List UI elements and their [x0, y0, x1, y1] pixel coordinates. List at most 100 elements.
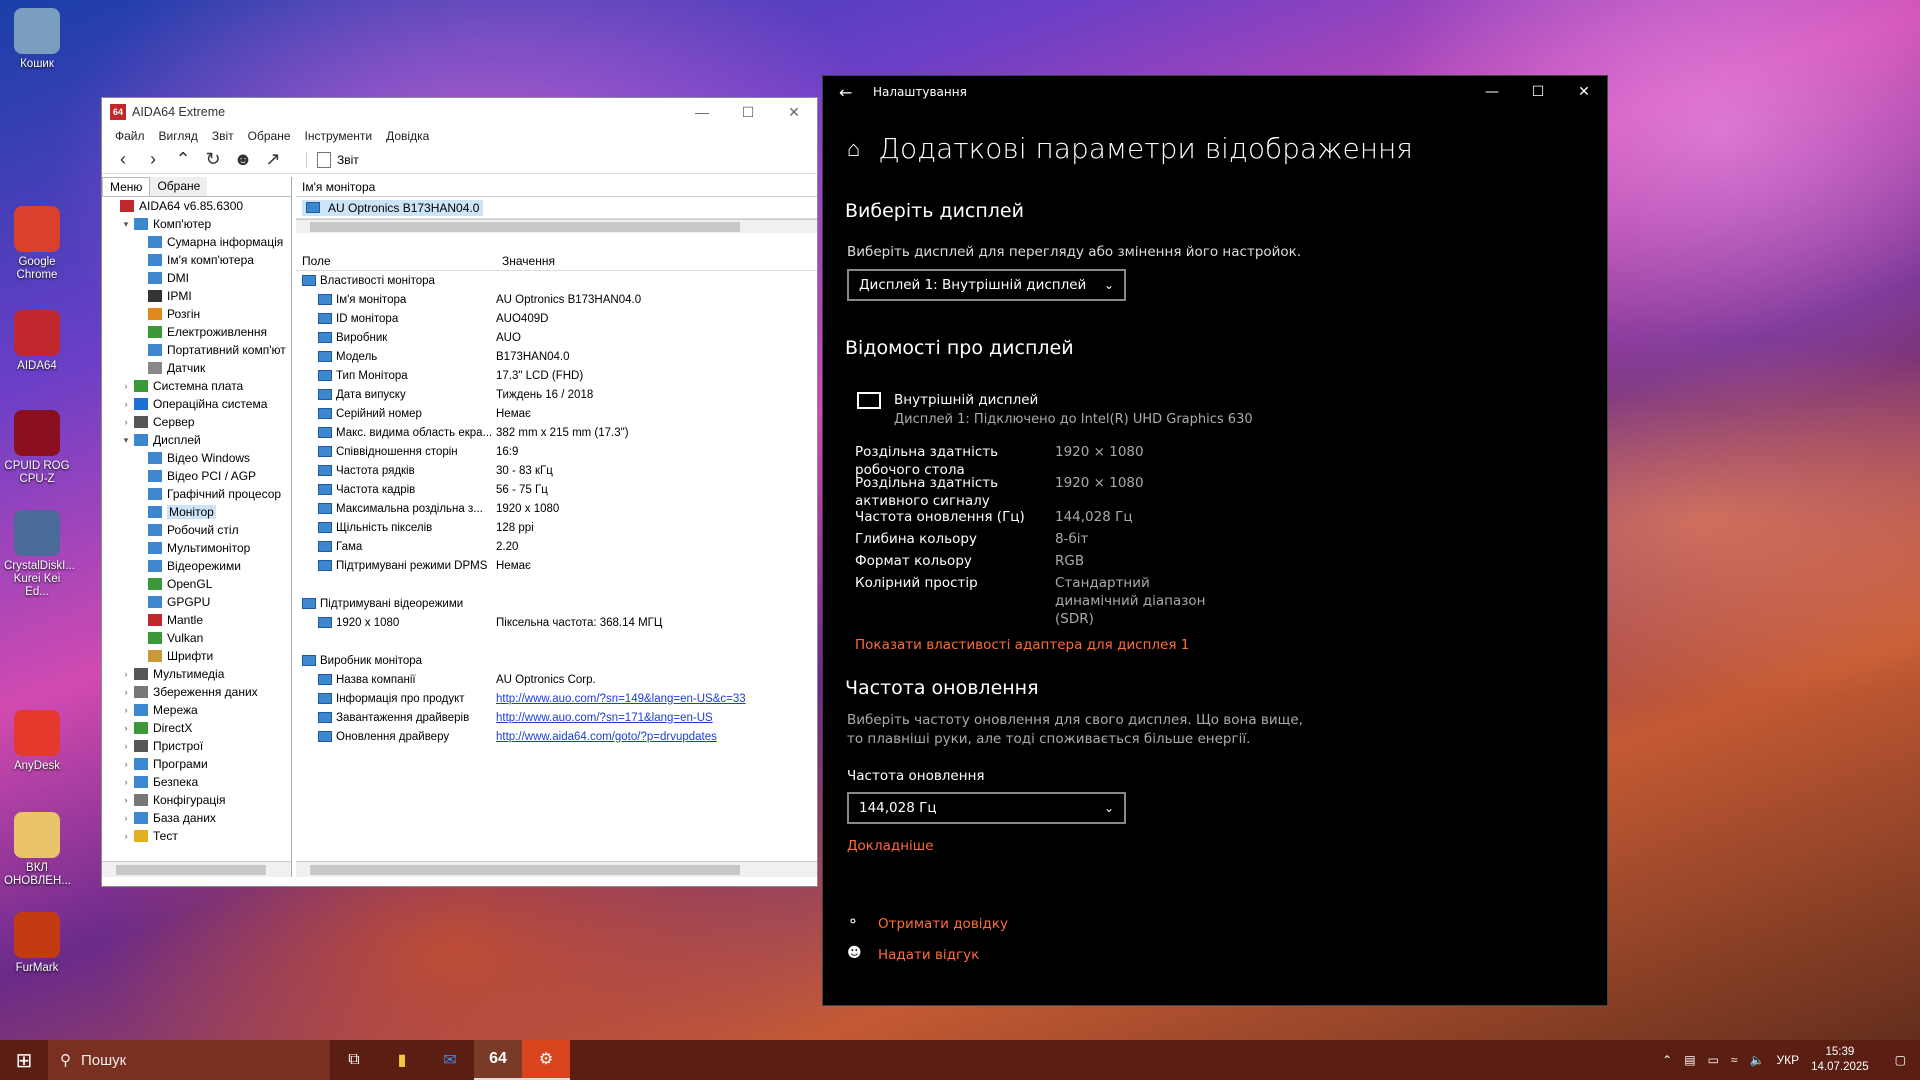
tree-item[interactable]: › Конфігурація — [102, 791, 291, 809]
expand-icon[interactable]: › — [120, 831, 132, 841]
tree-item[interactable]: Графічний процесор — [102, 485, 291, 503]
details-row[interactable]: ID монітора AUO409D — [296, 309, 817, 328]
tree-item[interactable]: ▾ Дисплей — [102, 431, 291, 449]
windows-start-icon[interactable]: ⊞ — [0, 1048, 48, 1073]
tree-item[interactable]: › Безпека — [102, 773, 291, 791]
expand-icon[interactable]: › — [120, 813, 132, 823]
task-view-icon[interactable]: ⧉ — [330, 1040, 378, 1080]
expand-icon[interactable]: › — [120, 795, 132, 805]
tree-item[interactable]: › Системна плата — [102, 377, 291, 395]
tree-item[interactable]: DMI — [102, 269, 291, 287]
refresh-rate-select[interactable]: 144,028 Гц ⌄ — [847, 792, 1126, 824]
tree-item[interactable]: › Операційна система — [102, 395, 291, 413]
tree-item[interactable]: Відеорежими — [102, 557, 291, 575]
tree-item[interactable]: › Мультимедіа — [102, 665, 291, 683]
desktop-icon[interactable]: AnyDesk — [4, 710, 70, 773]
details-row[interactable]: Інформація про продукт http://www.auo.com… — [296, 689, 817, 708]
details-row[interactable]: Тип Монітора 17.3" LCD (FHD) — [296, 366, 817, 385]
details-row[interactable]: Серійний номер Немає — [296, 404, 817, 423]
up-arrow-icon[interactable]: ⌃ — [168, 149, 198, 170]
details-row[interactable]: Виробник AUO — [296, 328, 817, 347]
battery-icon[interactable]: ▭ — [1708, 1053, 1719, 1067]
outlook-icon[interactable]: ✉ — [426, 1040, 474, 1080]
tree-item[interactable]: Mantle — [102, 611, 291, 629]
tree-item[interactable]: ▾ Комп'ютер — [102, 215, 291, 233]
chevron-up-icon[interactable]: ⌃ — [1662, 1053, 1672, 1067]
details-row[interactable]: Дата випуску Тиждень 16 / 2018 — [296, 385, 817, 404]
minimize-button[interactable]: — — [1469, 84, 1515, 100]
chart-icon[interactable]: ↗ — [258, 149, 288, 170]
forward-arrow-icon[interactable]: › — [138, 149, 168, 170]
back-arrow-icon[interactable]: ‹ — [108, 149, 138, 170]
details-row[interactable]: Модель B173HAN04.0 — [296, 347, 817, 366]
tree-horizontal-scrollbar[interactable] — [102, 861, 291, 877]
tree-item[interactable]: Портативний комп'ют — [102, 341, 291, 359]
tree-item[interactable]: AIDA64 v6.85.6300 — [102, 197, 291, 215]
expand-icon[interactable]: › — [120, 381, 132, 391]
details-row[interactable]: Співвідношення сторін 16:9 — [296, 442, 817, 461]
tree-item[interactable]: Відео PCI / AGP — [102, 467, 291, 485]
tab-favorites[interactable]: Обране — [150, 177, 208, 196]
language-indicator[interactable]: УКР — [1776, 1053, 1799, 1067]
details-row[interactable]: 1920 x 1080 Піксельна частота: 368.14 МГЦ — [296, 613, 817, 632]
tree-item[interactable]: Монітор — [102, 503, 291, 521]
value-link[interactable]: http://www.aida64.com/goto/?p=drvupdates — [496, 731, 817, 743]
expand-icon[interactable]: ▾ — [120, 219, 132, 230]
tree-item[interactable]: › Збереження даних — [102, 683, 291, 701]
taskbar-search[interactable]: ⚲ Пошук — [48, 1040, 330, 1080]
details-row[interactable]: Макс. видима область екра... 382 mm x 215… — [296, 423, 817, 442]
menu-item[interactable]: Вигляд — [152, 129, 205, 143]
get-help-link[interactable]: Отримати довідку — [878, 916, 1008, 932]
notification-icon[interactable]: ▢ — [1895, 1053, 1906, 1067]
minimize-button[interactable]: — — [679, 104, 725, 121]
close-button[interactable]: ✕ — [771, 104, 817, 121]
desktop-icon[interactable]: Google Chrome — [4, 206, 70, 282]
menu-item[interactable]: Інструменти — [298, 129, 380, 143]
device-row[interactable]: AU Optronics B173HAN04.0 — [296, 197, 817, 219]
expand-icon[interactable]: › — [120, 723, 132, 733]
learn-more-link[interactable]: Докладніше — [847, 838, 933, 854]
value-column-header[interactable]: Значення — [496, 254, 555, 268]
network-icon[interactable]: ▤ — [1684, 1053, 1695, 1067]
tree-item[interactable]: Vulkan — [102, 629, 291, 647]
value-link[interactable]: http://www.auo.com/?sn=149&lang=en-US&c=… — [496, 693, 817, 705]
expand-icon[interactable]: › — [120, 741, 132, 751]
expand-icon[interactable]: › — [120, 687, 132, 697]
tree-item[interactable]: › Сервер — [102, 413, 291, 431]
tree-item[interactable]: IPMI — [102, 287, 291, 305]
maximize-button[interactable]: ☐ — [725, 104, 771, 121]
tree-item[interactable]: Датчик — [102, 359, 291, 377]
give-feedback-link[interactable]: Надати відгук — [878, 947, 979, 963]
desktop-icon[interactable]: FurMark — [4, 912, 70, 975]
tree-item[interactable]: Мультимонітор — [102, 539, 291, 557]
tree-item[interactable]: › Програми — [102, 755, 291, 773]
tree-item[interactable]: Ім'я комп'ютера — [102, 251, 291, 269]
tree-item[interactable]: › База даних — [102, 809, 291, 827]
menu-item[interactable]: Обране — [241, 129, 298, 143]
tree-item[interactable]: OpenGL — [102, 575, 291, 593]
expand-icon[interactable]: › — [120, 417, 132, 427]
tree-item[interactable]: › Тест — [102, 827, 291, 845]
desktop-icon[interactable]: ВКЛ ОНОВЛЕН... — [4, 812, 71, 888]
menu-item[interactable]: Звіт — [205, 129, 241, 143]
desktop-icon[interactable]: AIDA64 — [4, 310, 70, 373]
desktop-icon[interactable]: Кошик — [4, 8, 70, 71]
user-icon[interactable]: ☻ — [228, 149, 258, 170]
tree-item[interactable]: Електроживлення — [102, 323, 291, 341]
expand-icon[interactable]: ▾ — [120, 435, 132, 446]
file-explorer-icon[interactable]: ▮ — [378, 1040, 426, 1080]
back-arrow-icon[interactable]: ← — [839, 83, 873, 102]
details-row[interactable]: Гама 2.20 — [296, 537, 817, 556]
details-row[interactable]: Частота кадрів 56 - 75 Гц — [296, 480, 817, 499]
details-row[interactable]: Назва компанії AU Optronics Corp. — [296, 670, 817, 689]
expand-icon[interactable]: › — [120, 777, 132, 787]
details-row[interactable]: Оновлення драйверу http://www.aida64.com/… — [296, 727, 817, 746]
details-row[interactable]: Підтримувані режими DPMS Немає — [296, 556, 817, 575]
desktop-icon[interactable]: CrystalDiskI... Kurei Kei Ed... — [4, 510, 75, 599]
tree-item[interactable]: GPGPU — [102, 593, 291, 611]
tree-item[interactable]: Робочий стіл — [102, 521, 291, 539]
field-column-header[interactable]: Поле — [296, 254, 496, 268]
menu-item[interactable]: Довідка — [379, 129, 436, 143]
tree-item[interactable]: Шрифти — [102, 647, 291, 665]
tree-item[interactable]: Сумарна інформація — [102, 233, 291, 251]
